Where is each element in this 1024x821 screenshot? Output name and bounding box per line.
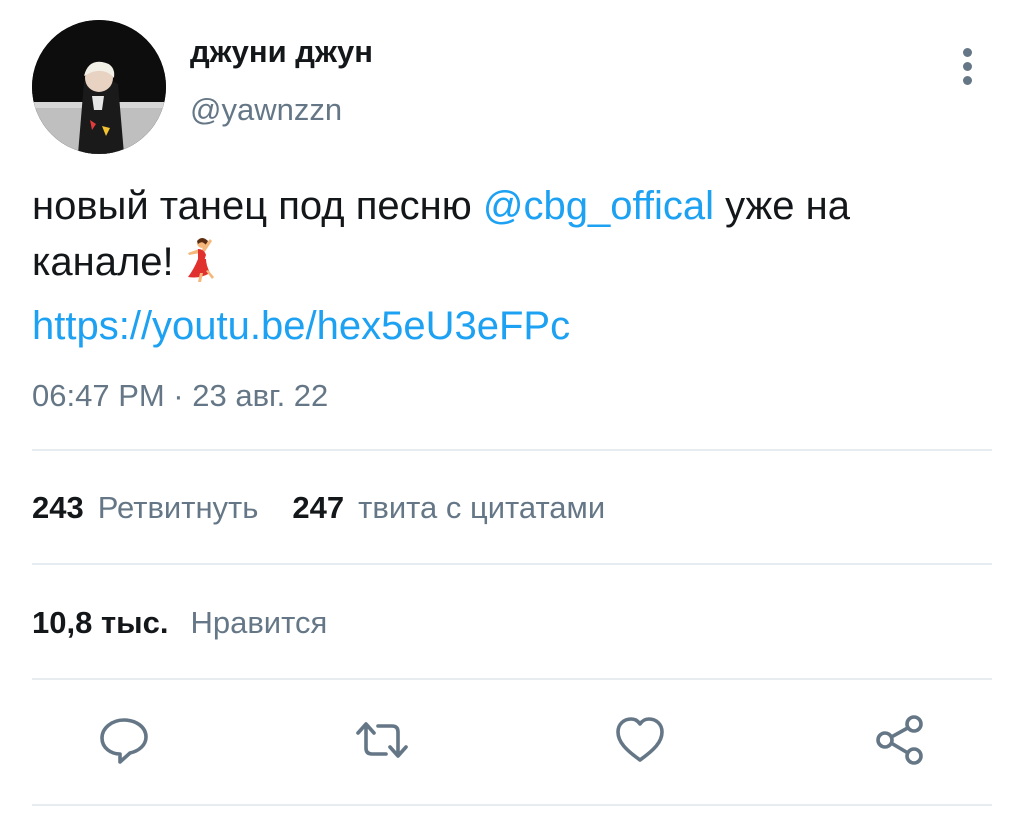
more-dot-icon xyxy=(963,48,972,57)
divider xyxy=(32,563,992,565)
share-nodes-icon xyxy=(876,715,923,765)
like-button[interactable] xyxy=(612,712,668,768)
share-button[interactable] xyxy=(872,712,928,768)
more-dot-icon xyxy=(963,76,972,85)
avatar-image xyxy=(32,20,166,154)
retweet-arrows-icon xyxy=(356,722,408,758)
retweet-button[interactable] xyxy=(354,712,410,768)
divider xyxy=(32,804,992,806)
tweet-text-part1: новый танец под песню xyxy=(32,184,483,228)
tweet-actions-bar xyxy=(0,712,1024,772)
youtube-link[interactable]: https://youtu.be/hex5eU3eFPc xyxy=(32,304,570,348)
tweet-timestamp[interactable]: 06:47 PM · 23 авг. 22 xyxy=(32,378,328,414)
mention-link[interactable]: @cbg_offical xyxy=(483,184,714,228)
divider xyxy=(32,449,992,451)
retweets-label[interactable]: Ретвитнуть xyxy=(98,490,259,526)
quotes-count[interactable]: 247 xyxy=(292,490,344,526)
heart-outline-icon xyxy=(616,717,664,762)
speech-bubble-icon xyxy=(100,718,148,764)
retweets-count[interactable]: 243 xyxy=(32,490,84,526)
dancer-emoji-icon xyxy=(182,235,222,298)
retweet-stats-row: 243 Ретвитнуть 247 твита с цитатами xyxy=(32,490,639,526)
likes-label[interactable]: Нравится xyxy=(190,605,327,641)
author-display-name[interactable]: джуни джун xyxy=(190,34,373,70)
author-avatar[interactable] xyxy=(32,20,166,154)
likes-stats-row: 10,8 тыс. Нравится xyxy=(32,605,361,641)
tweet-text: новый танец под песню @cbg_offical уже н… xyxy=(32,178,982,354)
reply-button[interactable] xyxy=(96,712,152,768)
more-options-button[interactable] xyxy=(950,44,986,88)
likes-count[interactable]: 10,8 тыс. xyxy=(32,605,168,641)
author-handle[interactable]: @yawnzzn xyxy=(190,92,342,128)
more-dot-icon xyxy=(963,62,972,71)
divider xyxy=(32,678,992,680)
quotes-label[interactable]: твита с цитатами xyxy=(358,490,605,526)
